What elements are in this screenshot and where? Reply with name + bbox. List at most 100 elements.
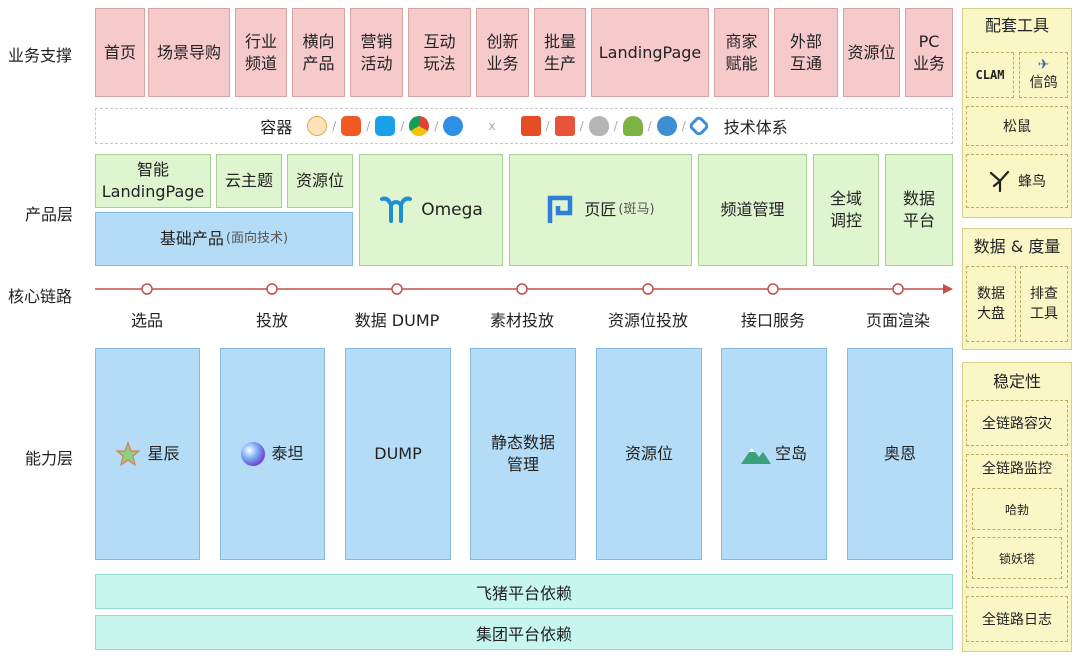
tool-xinge[interactable]: ✈ 信鸽 [1019, 52, 1068, 98]
product-omega[interactable]: Omega [359, 154, 503, 266]
base-product-note: (面向技术) [225, 231, 289, 246]
capability-label: 空岛 [774, 444, 807, 463]
business-item-pc[interactable]: PC 业务 [905, 8, 953, 97]
safari-icon [443, 116, 464, 136]
core-node [141, 283, 153, 295]
product-data-platform[interactable]: 数据 平台 [885, 154, 953, 266]
separator: / [545, 119, 550, 133]
separator: / [613, 119, 618, 133]
core-step-select: 选品 [130, 311, 163, 330]
data-dashboard[interactable]: 数据 大盘 [966, 266, 1016, 342]
sidebar-data-title: 数据 & 度量 [973, 237, 1061, 256]
react-icon [554, 116, 575, 136]
business-item-innovation[interactable]: 创新 业务 [476, 8, 529, 97]
product-channel-management[interactable]: 频道管理 [698, 154, 807, 266]
core-chain-line [95, 283, 953, 295]
apple-icon [588, 116, 609, 136]
sidebar-tools-title: 配套工具 [984, 16, 1049, 35]
separator: / [400, 119, 405, 133]
capability-xingchen[interactable]: 星辰 [95, 348, 200, 560]
row-label-capability: 能力层 [25, 449, 74, 468]
row-label-business: 业务支撑 [8, 46, 73, 65]
capability-kongdao[interactable]: 空岛 [721, 348, 827, 560]
clam-label: CLAM [975, 68, 1005, 82]
titan-icon [241, 442, 266, 466]
capability-label: 泰坦 [271, 444, 304, 463]
container-label: 容器 [260, 118, 293, 137]
business-item-external[interactable]: 外部 互通 [774, 8, 838, 97]
separator: / [434, 119, 439, 133]
miniapp-icon [656, 116, 677, 136]
capability-aoen[interactable]: 奥恩 [847, 348, 953, 560]
core-step-api: 接口服务 [740, 311, 805, 330]
dependency-group[interactable]: 集团平台依赖 [95, 615, 953, 650]
tool-songshu[interactable]: 松鼠 [966, 106, 1068, 146]
business-item-horizontal-product[interactable]: 横向 产品 [292, 8, 345, 97]
omega-icon [380, 196, 413, 223]
capability-static-data[interactable]: 静态数据 管理 [470, 348, 576, 560]
separator: / [647, 119, 652, 133]
core-node [892, 283, 904, 295]
business-item-batch-production[interactable]: 批量 生产 [534, 8, 586, 97]
capability-titan[interactable]: 泰坦 [220, 348, 325, 560]
yejiang-icon [548, 195, 573, 223]
core-node [767, 283, 779, 295]
core-step-material: 素材投放 [489, 311, 554, 330]
feizhu-icon [307, 116, 328, 136]
product-global-control[interactable]: 全域 调控 [813, 154, 879, 266]
android-icon [622, 116, 643, 136]
full-chain-disaster[interactable]: 全链路容灾 [966, 400, 1068, 446]
product-resource-slot[interactable]: 资源位 [287, 154, 353, 208]
debug-tool[interactable]: 排查 工具 [1020, 266, 1068, 342]
capability-dump[interactable]: DUMP [345, 348, 451, 560]
core-node [642, 283, 654, 295]
full-chain-log[interactable]: 全链路日志 [966, 596, 1068, 642]
core-step-render: 页面渲染 [865, 311, 930, 330]
habo[interactable]: 哈勃 [972, 488, 1062, 530]
business-item-home[interactable]: 首页 [95, 8, 145, 97]
product-base[interactable]: 基础产品 (面向技术) [95, 212, 353, 266]
tool-clam[interactable]: CLAM [966, 52, 1014, 98]
monitor-label: 全链路监控 [982, 461, 1052, 477]
core-node [516, 283, 528, 295]
sidebar-stability-title: 稳定性 [992, 372, 1041, 391]
omega-label: Omega [421, 200, 483, 220]
mountain-icon [740, 448, 771, 464]
tool-fengniao[interactable]: 蜂鸟 [966, 154, 1068, 208]
row-label-product: 产品层 [25, 205, 74, 224]
product-smart-landingpage[interactable]: 智能 LandingPage [95, 154, 211, 208]
yejiang-label: 页匠 [584, 200, 617, 219]
separator: / [366, 119, 371, 133]
business-item-resource-slot[interactable]: 资源位 [843, 8, 900, 97]
separator: / [579, 119, 584, 133]
yejiang-note: (斑马) [618, 202, 655, 217]
business-item-scene-guide[interactable]: 场景导购 [148, 8, 230, 97]
product-cloud-theme[interactable]: 云主题 [216, 154, 282, 208]
dependency-feizhu[interactable]: 飞猪平台依赖 [95, 574, 953, 609]
product-yejiang[interactable]: 页匠 (斑马) [509, 154, 692, 266]
separator: / [681, 119, 686, 133]
chrome-icon [409, 116, 430, 136]
alipay-icon [375, 116, 396, 136]
taobao-icon [341, 116, 362, 136]
core-step-dump: 数据 DUMP [354, 311, 440, 330]
core-step-resource-slot: 资源位投放 [607, 311, 688, 330]
business-item-marketing[interactable]: 营销 活动 [350, 8, 403, 97]
core-step-deliver: 投放 [255, 311, 288, 330]
core-node [266, 283, 278, 295]
capability-resource-slot[interactable]: 资源位 [596, 348, 702, 560]
business-item-industry-channel[interactable]: 行业 频道 [235, 8, 287, 97]
star-icon [115, 441, 142, 467]
hummingbird-icon [989, 170, 1010, 193]
business-item-merchant[interactable]: 商家 赋能 [714, 8, 769, 97]
html5-icon [520, 116, 541, 136]
business-item-landingpage[interactable]: LandingPage [591, 8, 709, 97]
weex-icon [687, 114, 711, 138]
suoyaota[interactable]: 锁妖塔 [972, 537, 1062, 579]
business-item-interaction[interactable]: 互动 玩法 [408, 8, 471, 97]
pigeon-icon: ✈ [1037, 57, 1050, 73]
base-product-label: 基础产品 [159, 229, 224, 248]
fengniao-label: 蜂鸟 [1018, 174, 1046, 190]
container-strip: 容器 / / / / x / / / / / 技术体系 [95, 108, 953, 144]
xinge-label: 信鸽 [1029, 75, 1058, 91]
